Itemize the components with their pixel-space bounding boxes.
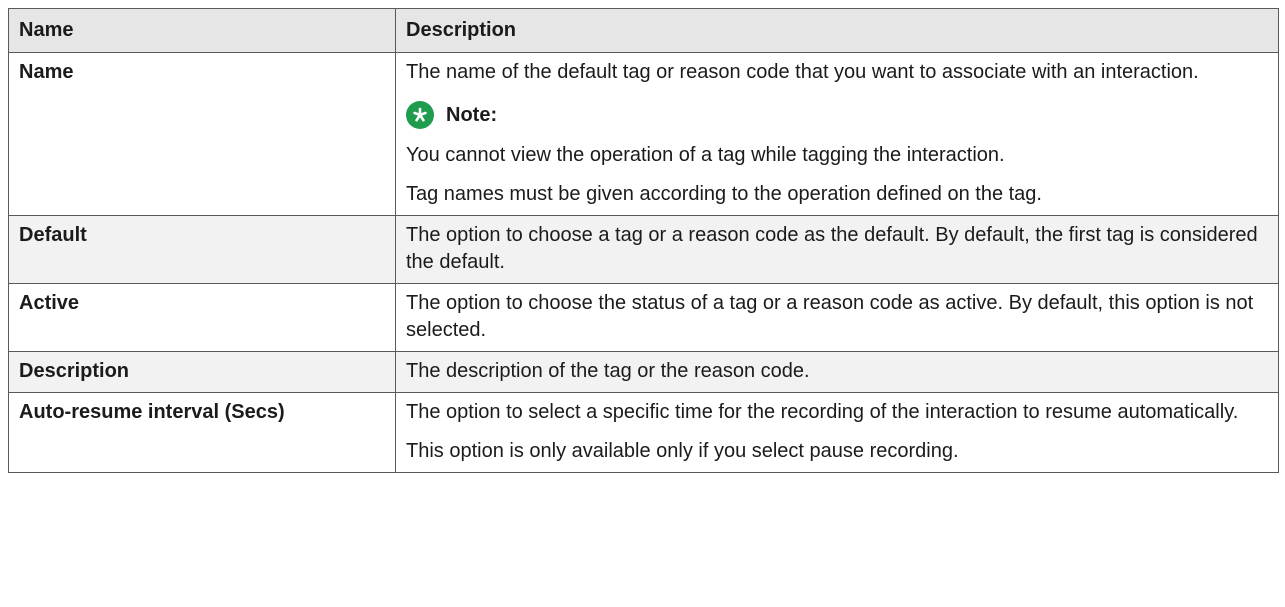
description-extra-text: Tag names must be given according to the… [406, 183, 1042, 205]
row-name-cell: Description [8, 351, 396, 393]
table-row-auto-resume-interval: Auto-resume interval (Secs) The option t… [8, 392, 1279, 473]
description-extra-text: This option is only available only if yo… [406, 440, 959, 462]
table-row-default: Default The option to choose a tag or a … [8, 215, 1279, 284]
column-header-description: Description [395, 8, 1279, 53]
row-description-cell: The name of the default tag or reason co… [395, 52, 1279, 216]
row-description-cell: The option to choose a tag or a reason c… [395, 215, 1279, 284]
description-text: The description of the tag or the reason… [406, 360, 810, 382]
description-text: The name of the default tag or reason co… [406, 61, 1199, 83]
note-label: Note: [446, 103, 498, 126]
row-description-cell: The description of the tag or the reason… [395, 351, 1279, 393]
row-name-cell: Active [8, 283, 396, 352]
header-row: Name Description [8, 8, 1279, 53]
description-text: The option to choose the status of a tag… [406, 292, 1254, 341]
row-name-cell: Default [8, 215, 396, 284]
asterisk-note-icon [406, 101, 434, 129]
description-text: The option to select a specific time for… [406, 401, 1239, 423]
row-description-cell: The option to choose the status of a tag… [395, 283, 1279, 352]
field-description-table: Name Description Name The name of the de… [8, 8, 1279, 473]
table-header: Name Description [8, 8, 1279, 53]
description-text: The option to choose a tag or a reason c… [406, 224, 1258, 273]
row-description-cell: The option to select a specific time for… [395, 392, 1279, 473]
table-row-active: Active The option to choose the status o… [8, 283, 1279, 352]
row-name-cell: Auto-resume interval (Secs) [8, 392, 396, 473]
row-name-cell: Name [8, 52, 396, 216]
table-row-name: Name The name of the default tag or reas… [8, 52, 1279, 216]
note-heading: Note: [406, 101, 1268, 129]
note-text: You cannot view the operation of a tag w… [406, 144, 1005, 166]
column-header-name: Name [8, 8, 396, 53]
table-row-description: Description The description of the tag o… [8, 351, 1279, 393]
